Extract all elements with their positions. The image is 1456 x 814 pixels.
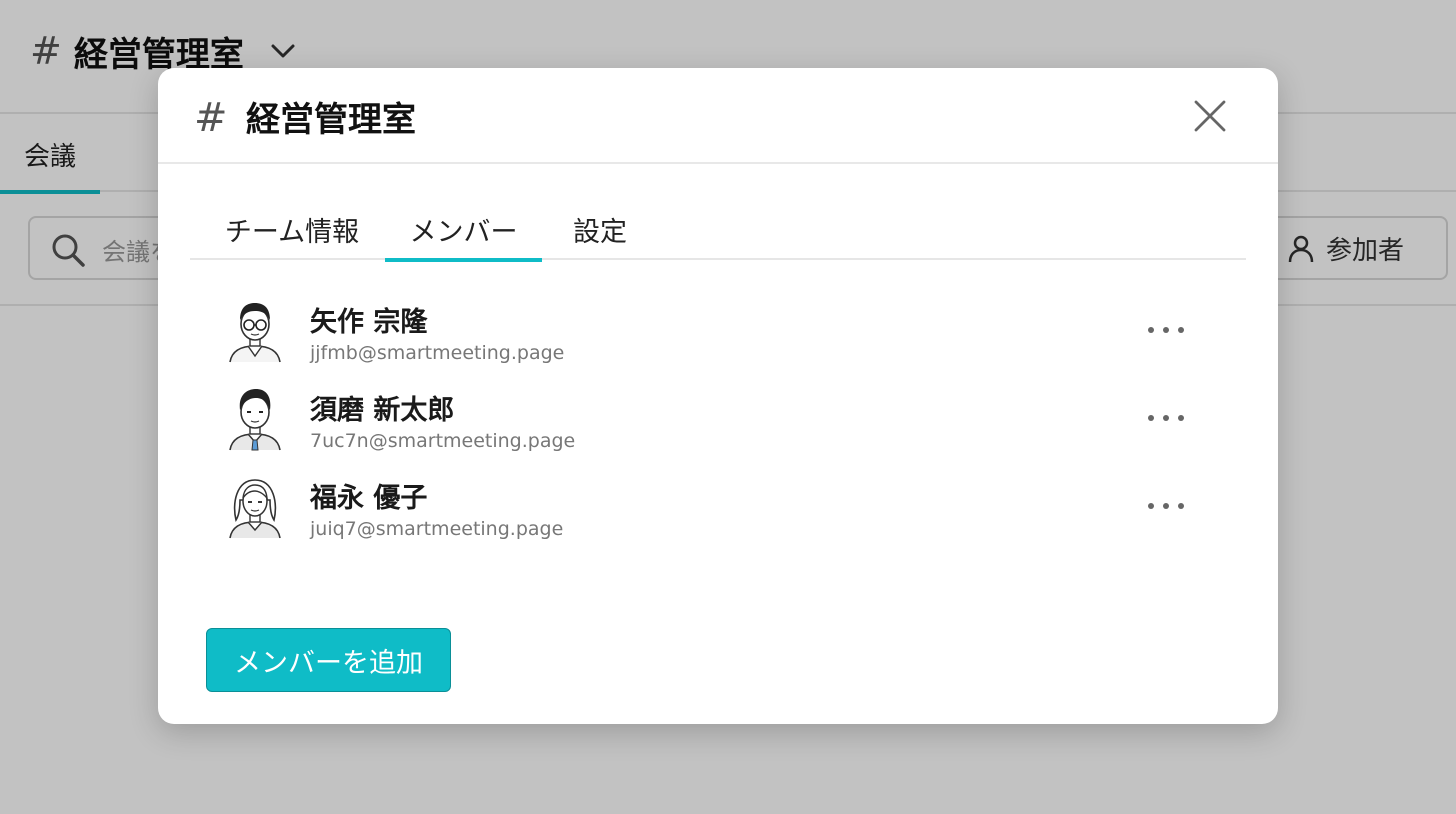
list-item: 須磨 新太郎 7uc7n@smartmeeting.page xyxy=(222,382,1222,458)
channel-hash-icon: # xyxy=(194,95,228,141)
man-tie-avatar xyxy=(226,386,284,452)
man-glasses-avatar xyxy=(226,298,284,364)
member-email: jjfmb@smartmeeting.page xyxy=(310,342,565,364)
member-email: 7uc7n@smartmeeting.page xyxy=(310,430,576,452)
tab-team-info[interactable]: チーム情報 xyxy=(204,198,380,260)
list-item: 矢作 宗隆 jjfmb@smartmeeting.page xyxy=(222,294,1222,370)
more-options-icon[interactable] xyxy=(1148,406,1184,430)
add-member-button[interactable]: メンバーを追加 xyxy=(206,628,451,692)
member-name: 福永 優子 xyxy=(310,483,428,514)
member-name: 矢作 宗隆 xyxy=(310,307,428,338)
tab-members[interactable]: メンバー xyxy=(385,198,542,262)
member-name: 須磨 新太郎 xyxy=(310,395,455,426)
team-members-dialog: # 経営管理室 チーム情報 メンバー 設定 矢作 宗隆 jjfmb@smartm… xyxy=(158,68,1278,724)
dialog-title: 経営管理室 xyxy=(246,100,416,140)
more-options-icon[interactable] xyxy=(1148,494,1184,518)
dialog-tabs: チーム情報 メンバー 設定 xyxy=(190,198,1246,262)
woman-avatar xyxy=(226,474,284,540)
more-options-icon[interactable] xyxy=(1148,318,1184,342)
tab-settings[interactable]: 設定 xyxy=(562,198,638,260)
dialog-header: # 経営管理室 xyxy=(158,68,1278,164)
close-icon[interactable] xyxy=(1192,98,1228,134)
list-item: 福永 優子 juiq7@smartmeeting.page xyxy=(222,470,1222,546)
member-email: juiq7@smartmeeting.page xyxy=(310,518,564,540)
